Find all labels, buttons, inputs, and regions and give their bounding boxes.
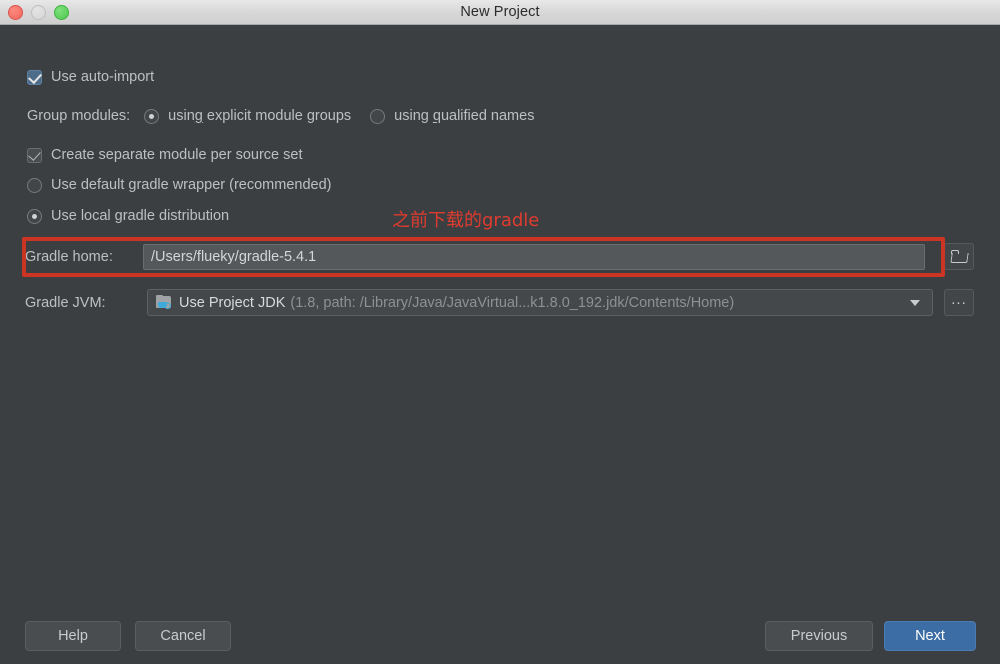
separate-module-label: Create separate module per source set bbox=[51, 147, 303, 163]
gradle-jvm-more-button[interactable]: ... bbox=[944, 289, 974, 316]
jdk-folder-icon bbox=[156, 295, 173, 310]
gradle-wrapper-label: Use default gradle wrapper (recommended) bbox=[51, 177, 332, 193]
next-button[interactable]: Next bbox=[884, 621, 976, 651]
annotation-text: 之前下载的gradle bbox=[392, 210, 540, 231]
new-project-dialog: New Project Use auto-import Group module… bbox=[0, 0, 1000, 664]
auto-import-label: Use auto-import bbox=[51, 69, 155, 85]
zoom-button[interactable] bbox=[54, 4, 69, 20]
separate-module-checkbox[interactable]: Create separate module per source set bbox=[27, 147, 302, 163]
gradle-wrapper-radio[interactable]: Use default gradle wrapper (recommended) bbox=[27, 177, 331, 193]
gradle-home-label: Gradle home: bbox=[25, 249, 113, 265]
gradle-local-radio[interactable]: Use local gradle distribution bbox=[27, 208, 229, 224]
radio-circle bbox=[370, 108, 386, 124]
gradle-jvm-value: Use Project JDK bbox=[179, 294, 286, 311]
cancel-button[interactable]: Cancel bbox=[135, 621, 231, 651]
group-modules-row: Group modules: using explicit module gro… bbox=[27, 108, 534, 124]
checkbox-box bbox=[27, 69, 42, 85]
auto-import-checkbox[interactable]: Use auto-import bbox=[27, 69, 154, 85]
gradle-local-label: Use local gradle distribution bbox=[51, 208, 230, 224]
group-modules-option-qualified[interactable]: using qualified names bbox=[370, 108, 534, 124]
window-title: New Project bbox=[460, 4, 540, 20]
group-modules-option-explicit[interactable]: using explicit module groups bbox=[144, 108, 351, 124]
group-modules-qualified-label: using qualified names bbox=[394, 108, 535, 124]
gradle-jvm-label: Gradle JVM: bbox=[25, 294, 106, 311]
gradle-jvm-row: Gradle JVM: Use Project JDK (1.8, path: … bbox=[25, 289, 935, 316]
radio-circle bbox=[27, 208, 42, 224]
folder-icon bbox=[949, 250, 969, 263]
radio-circle bbox=[27, 177, 42, 193]
gradle-home-input[interactable]: /Users/flueky/gradle-5.4.1 bbox=[143, 244, 925, 270]
help-button[interactable]: Help bbox=[25, 621, 121, 651]
chevron-down-icon bbox=[910, 299, 920, 306]
window-titlebar: New Project bbox=[0, 0, 1000, 25]
checkbox-box bbox=[27, 147, 42, 163]
close-button[interactable] bbox=[8, 4, 23, 20]
gradle-jvm-detail: (1.8, path: /Library/Java/JavaVirtual...… bbox=[290, 294, 735, 311]
minimize-button[interactable] bbox=[31, 4, 46, 20]
gradle-home-row: Gradle home: /Users/flueky/gradle-5.4.1 bbox=[25, 244, 935, 270]
previous-button[interactable]: Previous bbox=[765, 621, 873, 651]
group-modules-label: Group modules: bbox=[27, 108, 131, 124]
group-modules-explicit-label: using explicit module groups bbox=[168, 108, 352, 124]
gradle-home-browse-button[interactable] bbox=[944, 243, 974, 270]
dialog-content: Use auto-import Group modules: using exp… bbox=[0, 25, 1000, 664]
radio-circle bbox=[144, 108, 160, 124]
gradle-jvm-combobox[interactable]: Use Project JDK (1.8, path: /Library/Jav… bbox=[147, 289, 933, 316]
window-controls bbox=[8, 0, 69, 24]
